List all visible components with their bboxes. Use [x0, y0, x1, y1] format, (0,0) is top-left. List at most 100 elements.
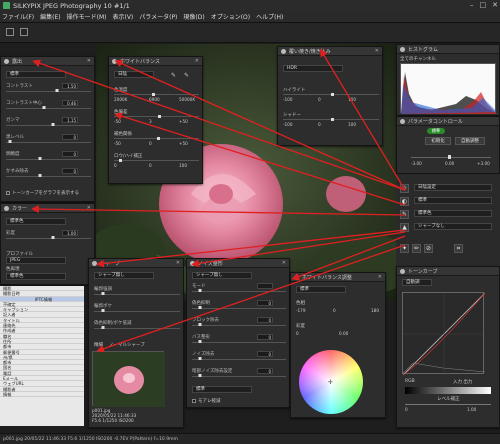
list-item[interactable]: 情報 [0, 392, 84, 398]
noise-preset-dropdown[interactable]: シャープ無し [192, 272, 252, 279]
curve-channel[interactable]: RGB [405, 379, 415, 384]
row-value[interactable]: 0 [149, 141, 152, 146]
slider-knob[interactable] [118, 159, 122, 162]
close-icon[interactable]: ✕ [375, 48, 379, 54]
sharp-icon[interactable]: ▲ [400, 223, 409, 232]
param-dropdown[interactable]: 日陰設定 [414, 184, 492, 191]
hue-preset-dropdown[interactable]: 標準 [296, 286, 346, 293]
profile-dropdown[interactable]: JPEG [6, 257, 66, 264]
slider-knob[interactable] [331, 93, 334, 96]
slider-knob[interactable] [38, 157, 42, 160]
slider-knob[interactable] [151, 93, 155, 96]
close-icon[interactable]: ✕ [492, 1, 498, 9]
histogram-channel[interactable]: 全てのチャンネル [400, 56, 436, 62]
menu-item[interactable]: オプション(O) [211, 12, 250, 21]
close-icon[interactable]: ✕ [195, 58, 199, 64]
saturation-value[interactable]: 1.00 [62, 230, 78, 236]
slider-knob[interactable] [156, 137, 160, 140]
taste-pill[interactable]: 標準 [427, 128, 445, 134]
brush-red-icon[interactable]: ✏ [412, 244, 421, 253]
preset-dropdown[interactable]: 標準 [6, 71, 66, 78]
grid-icon[interactable] [20, 28, 28, 36]
close-icon[interactable]: ✕ [176, 260, 180, 266]
tonecurve-checkbox-row[interactable]: トーンカーブをグラフを表示する [6, 190, 79, 196]
param-dropdown[interactable]: シャープなし [414, 223, 492, 230]
moire-checkbox[interactable] [192, 399, 196, 403]
close-icon[interactable]: ✕ [282, 260, 286, 266]
view-icon[interactable] [6, 28, 14, 36]
colorspace-dropdown[interactable]: 標準色 [6, 273, 66, 280]
slider-knob[interactable] [42, 106, 46, 109]
sharp-preset-dropdown[interactable]: シャープ無し [94, 272, 154, 279]
slider-knob[interactable] [198, 323, 202, 326]
slider-knob[interactable] [101, 326, 105, 329]
brush-icon[interactable]: ✎ [400, 210, 409, 219]
checkbox[interactable] [6, 191, 10, 195]
menu-item[interactable]: パラメータ(P) [139, 12, 177, 21]
slider-value[interactable]: 1.50 [62, 83, 78, 89]
slider-value[interactable]: 0 [257, 368, 273, 374]
close-icon[interactable]: ✕ [87, 205, 91, 211]
row-value[interactable]: 3 [149, 119, 152, 124]
slider-knob[interactable] [8, 140, 12, 143]
menu-item[interactable]: ヘルプ(H) [256, 12, 283, 21]
slider-knob[interactable] [198, 374, 202, 377]
eyedropper-gray-icon[interactable]: ✎ [184, 72, 189, 79]
noise-mode-dropdown[interactable]: 標準 [192, 386, 252, 393]
param-dropdown[interactable]: 標準色 [414, 210, 492, 217]
slider-value[interactable]: 0.46 [62, 100, 78, 106]
slider-knob[interactable] [38, 174, 42, 177]
slider-knob[interactable] [55, 89, 59, 92]
sun-icon[interactable]: ☼ [400, 184, 409, 193]
slider-knob[interactable] [101, 292, 105, 295]
slider-value[interactable]: 0 [62, 151, 78, 157]
tool-icon[interactable]: ✦ [400, 244, 409, 253]
mode-value[interactable]: ノーマルシャープ [109, 342, 145, 348]
minimize-icon[interactable]: – [470, 1, 474, 9]
slider-knob[interactable] [198, 357, 202, 360]
color-preset-dropdown[interactable]: 標準色 [6, 218, 66, 225]
slider-knob[interactable] [198, 289, 202, 292]
thumbnail-image[interactable] [92, 351, 165, 407]
hue-value[interactable]: 0 [333, 308, 336, 313]
slider-value[interactable]: 0 [62, 168, 78, 174]
row-value[interactable]: 0 [318, 122, 321, 127]
exposure-knob[interactable] [448, 155, 451, 159]
slider-value[interactable]: 1.15 [62, 117, 78, 123]
slider-knob[interactable] [198, 340, 202, 343]
slider-knob[interactable] [331, 118, 334, 121]
menu-item[interactable]: 現像(D) [183, 12, 204, 21]
row-value[interactable]: 6900 [149, 97, 160, 102]
curve-mode-dropdown[interactable]: 自動調 [402, 279, 432, 286]
contrast-icon[interactable]: ◐ [400, 197, 409, 206]
reset-button[interactable]: 初期化 [425, 137, 451, 145]
slider-value[interactable]: 0 [257, 300, 273, 306]
eyedropper-icon[interactable]: ✎ [171, 72, 176, 79]
param-value[interactable]: 0.00 [445, 161, 454, 166]
menu-item[interactable]: ファイル(F) [2, 12, 34, 21]
slider-value[interactable] [257, 283, 273, 289]
crosshair-icon[interactable]: ✛ [328, 379, 333, 386]
menu-item[interactable]: 表示(V) [112, 12, 133, 21]
sat-value[interactable]: 0.00 [339, 331, 348, 336]
row-value[interactable]: 0 [149, 163, 152, 168]
hdr-mode-dropdown[interactable]: HDR [283, 65, 343, 72]
auto-adjust-button[interactable]: 自動調整 [455, 137, 485, 145]
tone-curve-graph[interactable] [402, 292, 486, 376]
slider-knob[interactable] [198, 306, 202, 309]
slider-value[interactable]: 0 [257, 317, 273, 323]
slider-value[interactable]: 0 [257, 351, 273, 357]
eyedrop-icon[interactable]: ⊘ [424, 244, 433, 253]
row-value[interactable]: 0 [318, 97, 321, 102]
slider-value[interactable]: 0 [62, 134, 78, 140]
saturation-knob[interactable] [51, 236, 55, 239]
crop-icon[interactable]: ⌗ [454, 244, 463, 253]
level-value[interactable]: 1.00 [467, 407, 476, 412]
menu-item[interactable]: 操作モード(M) [67, 12, 107, 21]
wb-preset-dropdown[interactable]: 日陰 [114, 71, 154, 78]
slider-knob[interactable] [51, 123, 55, 126]
close-icon[interactable]: ✕ [87, 58, 91, 64]
maximize-icon[interactable]: □ [480, 1, 487, 9]
param-dropdown[interactable]: 標準 [414, 197, 492, 204]
slider-knob[interactable] [158, 115, 162, 118]
